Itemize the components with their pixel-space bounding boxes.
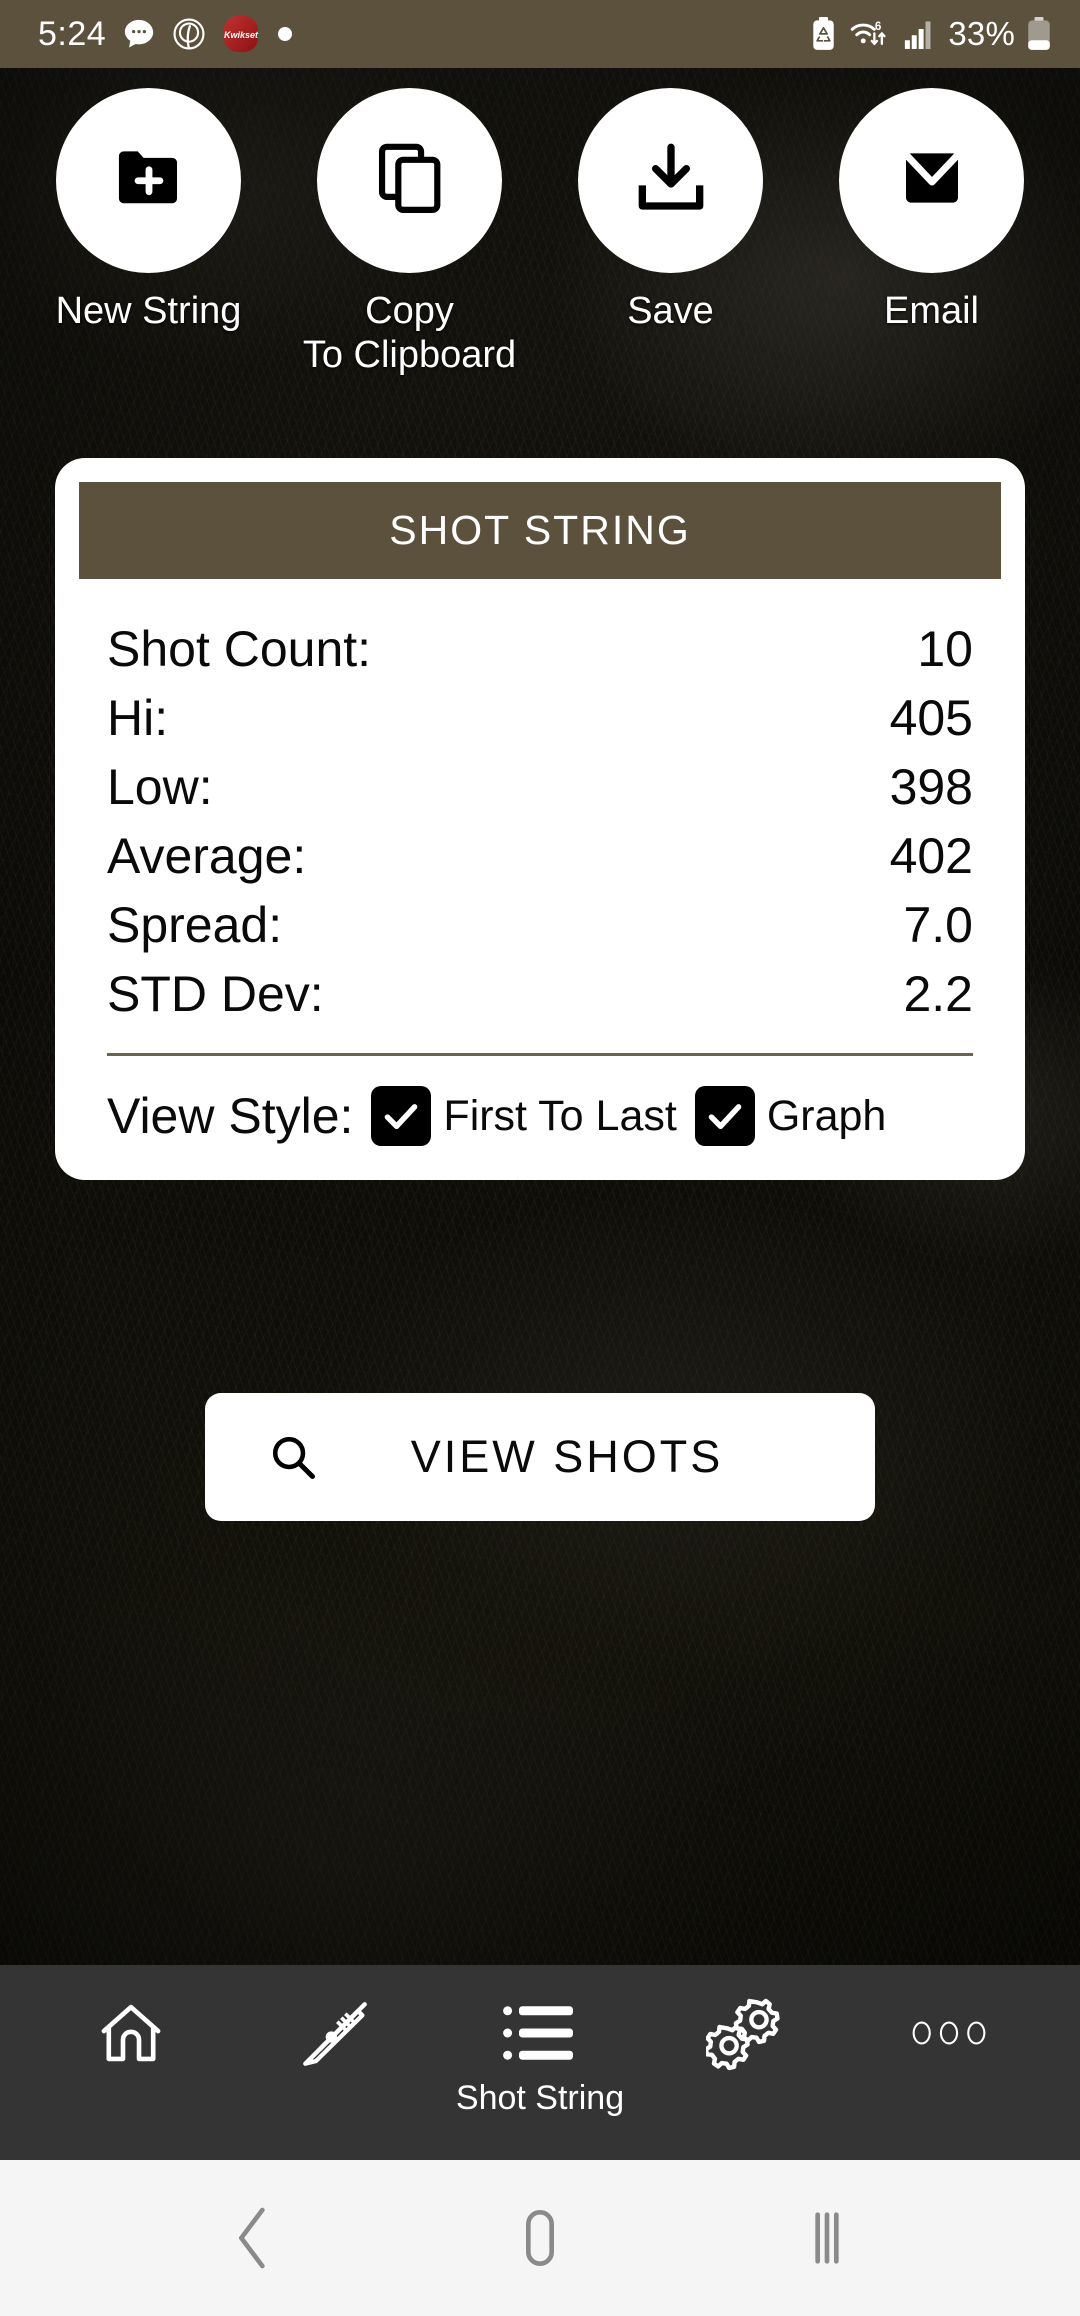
checkbox-label-first-to-last: First To Last [443, 1091, 677, 1140]
stat-value: 7.0 [903, 897, 973, 953]
checkbox-first-to-last[interactable]: First To Last [371, 1086, 677, 1146]
copy-icon [371, 139, 449, 222]
shot-stats-list: Shot Count: 10 Hi: 405 Low: 398 Average:… [79, 579, 1001, 1029]
nav-item-home[interactable] [34, 1991, 228, 2081]
stat-label: Hi: [107, 690, 169, 746]
checkbox-graph[interactable]: Graph [694, 1086, 887, 1146]
home-square-icon[interactable] [480, 2178, 600, 2298]
stat-label: Average: [107, 828, 307, 884]
checkbox-checked-icon[interactable] [694, 1086, 755, 1146]
checkbox-label-graph: Graph [766, 1091, 887, 1140]
battery-percent-label: 33% [948, 15, 1015, 52]
shot-string-card: SHOT STRING Shot Count: 10 Hi: 405 Low: … [55, 458, 1025, 1180]
cellular-signal-icon [904, 19, 937, 49]
stat-label: Shot Count: [107, 621, 372, 677]
view-style-label: View Style: [107, 1088, 354, 1144]
bottom-navigation-bar: Shot String [0, 1965, 1080, 2160]
gears-icon [705, 1991, 784, 2075]
home-icon [94, 1991, 168, 2075]
nav-item-shot-string[interactable]: Shot String [443, 1991, 637, 2115]
view-shots-button[interactable]: VIEW SHOTS [205, 1393, 875, 1521]
stat-value: 402 [889, 828, 973, 884]
search-icon [267, 1431, 319, 1483]
email-label: Email [883, 290, 980, 332]
recents-icon[interactable] [767, 2178, 887, 2298]
new-string-label: New String [55, 290, 242, 332]
save-button[interactable]: Save [558, 88, 783, 377]
stat-row-average: Average: 402 [107, 822, 973, 891]
view-style-row: View Style: First To Last Graph [79, 1056, 1001, 1150]
stat-value: 10 [917, 621, 973, 677]
spiral-app-icon [172, 17, 206, 51]
stat-value: 398 [889, 759, 973, 815]
status-time: 5:24 [38, 14, 107, 53]
battery-saver-icon [809, 17, 838, 51]
nav-item-settings[interactable] [648, 1991, 842, 2081]
stat-row-low: Low: 398 [107, 753, 973, 822]
stat-label: Low: [107, 759, 213, 815]
copy-circle[interactable] [317, 88, 502, 273]
stat-row-shot-count: Shot Count: 10 [107, 615, 973, 684]
message-bubble-icon [122, 17, 156, 51]
view-shots-label: VIEW SHOTS [410, 1431, 724, 1482]
action-button-row: New String Copy To Clipboard Save Email [0, 88, 1080, 377]
envelope-icon [892, 138, 972, 223]
stat-row-std-dev: STD Dev: 2.2 [107, 960, 973, 1029]
stat-value: 405 [889, 690, 973, 746]
wifi-6-icon: 6 [849, 17, 893, 51]
svg-text:6: 6 [875, 20, 882, 33]
battery-icon [1026, 17, 1052, 51]
status-bar-right: 6 33% [809, 15, 1052, 53]
stat-label: STD Dev: [107, 966, 324, 1022]
new-string-circle[interactable] [56, 88, 241, 273]
checkbox-checked-icon[interactable] [371, 1086, 432, 1146]
shot-string-header: SHOT STRING [79, 482, 1001, 579]
copy-to-clipboard-label: Copy To Clipboard [302, 290, 517, 377]
email-button[interactable]: Email [819, 88, 1044, 377]
back-icon[interactable] [193, 2178, 313, 2298]
rifle-icon [296, 1991, 376, 2075]
dot-indicator-icon [276, 25, 294, 43]
nav-label-shot-string: Shot String [455, 2079, 625, 2117]
svg-text:Kwikset: Kwikset [224, 30, 259, 40]
system-navigation-bar [0, 2160, 1080, 2316]
stat-row-spread: Spread: 7.0 [107, 891, 973, 960]
download-icon [631, 138, 711, 223]
kwikset-app-icon: Kwikset [222, 15, 260, 53]
shot-string-title: SHOT STRING [389, 507, 691, 553]
status-bar-left: 5:24 Kwikset [38, 15, 294, 54]
new-string-button[interactable]: New String [36, 88, 261, 377]
folder-plus-icon [108, 137, 190, 224]
nav-item-rifle[interactable] [239, 1991, 433, 2081]
email-circle[interactable] [839, 88, 1024, 273]
nav-item-more[interactable] [852, 1991, 1046, 2081]
app-screen: 5:24 Kwikset 6 33% New String Copy To Cl… [0, 0, 1080, 2316]
copy-to-clipboard-button[interactable]: Copy To Clipboard [297, 88, 522, 377]
stat-label: Spread: [107, 897, 283, 953]
stat-row-hi: Hi: 405 [107, 684, 973, 753]
more-dots-icon [910, 1991, 988, 2075]
list-icon [501, 1991, 579, 2075]
save-label: Save [627, 290, 714, 332]
save-circle[interactable] [578, 88, 763, 273]
status-bar: 5:24 Kwikset 6 33% [0, 0, 1080, 68]
stat-value: 2.2 [903, 966, 973, 1022]
